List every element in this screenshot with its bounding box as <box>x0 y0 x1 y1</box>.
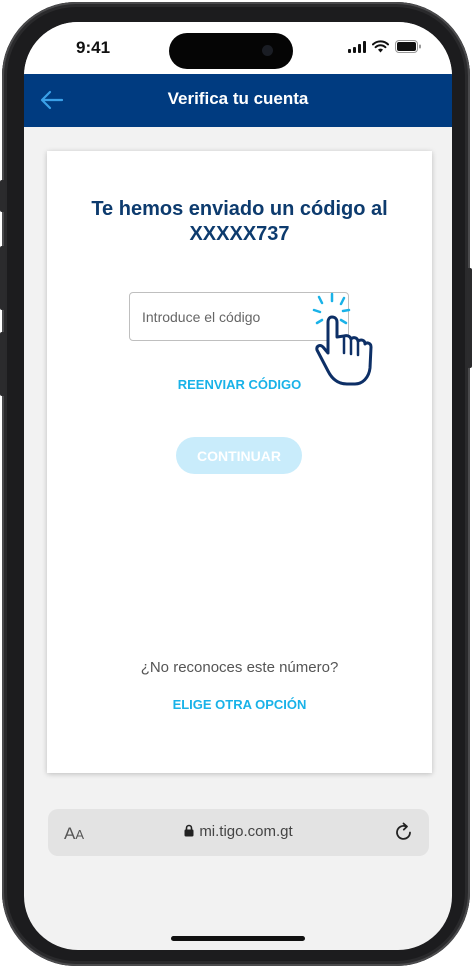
status-bar: 9:41 <box>24 22 452 74</box>
reload-icon[interactable] <box>393 821 415 843</box>
battery-icon <box>395 40 421 53</box>
volume-down-button <box>0 332 5 396</box>
screen: 9:41 Verifica tu cuenta Te hemos enviado… <box>24 22 452 950</box>
unrecognized-number-question: ¿No reconoces este número? <box>140 659 339 676</box>
url-display: mi.tigo.com.gt <box>48 823 429 840</box>
action-button <box>0 180 5 212</box>
browser-address-bar[interactable]: AA mi.tigo.com.gt <box>48 809 429 856</box>
code-sent-heading: Te hemos enviado un código al XXXXX737 <box>91 198 388 245</box>
power-button <box>467 268 472 368</box>
tap-hand-icon <box>312 292 373 386</box>
continue-button[interactable]: CONTINUAR <box>176 437 302 474</box>
choose-other-option-link[interactable]: ELIGE OTRA OPCIÓN <box>47 697 432 712</box>
volume-up-button <box>0 246 5 310</box>
status-icons <box>348 40 422 53</box>
camera-icon <box>262 45 273 56</box>
phone-frame: 9:41 Verifica tu cuenta Te hemos enviado… <box>0 2 472 966</box>
resend-code-link[interactable]: REENVIAR CÓDIGO <box>47 377 432 392</box>
home-indicator <box>171 936 305 941</box>
status-time: 9:41 <box>76 38 111 57</box>
verification-card: Te hemos enviado un código al XXXXX737 I… <box>47 151 432 773</box>
cellular-signal-icon <box>348 41 366 53</box>
url-text: mi.tigo.com.gt <box>199 823 293 840</box>
wifi-icon <box>372 40 389 53</box>
page-title: Verifica tu cuenta <box>167 89 309 108</box>
lock-icon <box>184 824 194 837</box>
dynamic-island <box>169 33 293 69</box>
app-header: Verifica tu cuenta <box>24 74 452 127</box>
